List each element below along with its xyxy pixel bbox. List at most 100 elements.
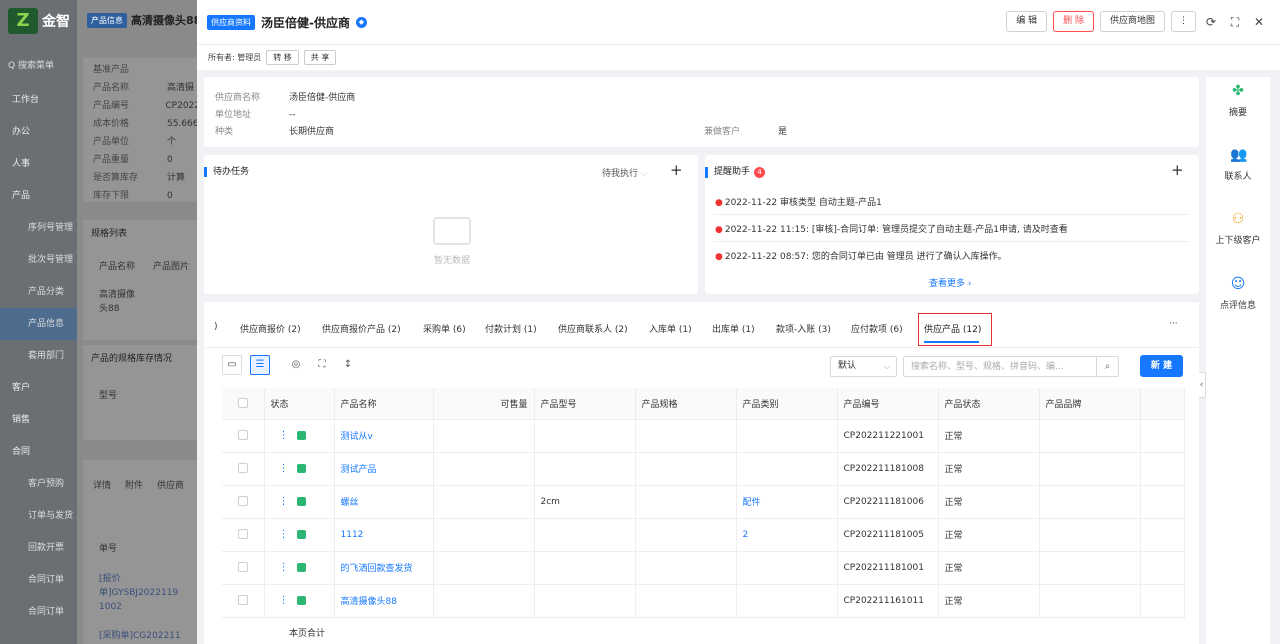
row-menu-icon[interactable]: ⋮: [279, 529, 289, 540]
reminder-item[interactable]: ● 2022-11-22 审核类型 自动主题-产品1: [715, 195, 882, 208]
row-menu-icon[interactable]: ⋮: [279, 463, 289, 474]
col-model[interactable]: 产品型号: [534, 388, 636, 420]
nav-comments[interactable]: ☺ 点评信息: [1206, 276, 1270, 311]
col-category[interactable]: 产品类别: [736, 388, 838, 420]
row-menu-icon[interactable]: ⋮: [279, 595, 289, 606]
view-more-link[interactable]: 查看更多 ›: [929, 276, 971, 289]
table-row[interactable]: ⋮ 螺丝 2cm 配件 CP202211181006 正常: [222, 485, 1185, 519]
bg-tab-supplier[interactable]: 供应商: [157, 478, 184, 491]
menu-item[interactable]: 产品分类: [0, 276, 77, 308]
cell-name[interactable]: 的飞洒回款查发货: [334, 551, 434, 585]
table-row[interactable]: ⋮ 的飞洒回款查发货 CP202211181001 正常: [222, 551, 1185, 585]
follow-icon[interactable]: ◆: [355, 16, 367, 28]
cell-cat[interactable]: [736, 452, 838, 486]
refresh-icon[interactable]: ⟳: [1202, 13, 1220, 31]
select-all-checkbox[interactable]: [222, 388, 265, 420]
tab-purchase-orders[interactable]: 采购单 (6): [423, 322, 466, 335]
menu-item[interactable]: 批次号管理: [0, 244, 77, 276]
tab-supplier-quote-products[interactable]: 供应商报价产品 (2): [322, 322, 401, 335]
filter-icon[interactable]: ◎: [288, 355, 304, 375]
table-row[interactable]: ⋮ 1112 2 CP202211181005 正常: [222, 518, 1185, 552]
row-checkbox[interactable]: [222, 485, 265, 519]
table-row[interactable]: ⋮ 测试产品 CP202211181008 正常: [222, 452, 1185, 486]
nav-hierarchy[interactable]: ⚇ 上下级客户: [1206, 211, 1270, 246]
share-button[interactable]: 共 享: [303, 50, 337, 65]
cell-cat[interactable]: [736, 419, 838, 453]
tab-supplier-quote[interactable]: 供应商报价 (2): [240, 322, 301, 335]
transfer-button[interactable]: 转 移: [266, 50, 299, 65]
reminder-item[interactable]: ● 2022-11-22 08:57: 您的合同订单已由 管理员 进行了确认入库操…: [715, 249, 1007, 262]
menu-item[interactable]: 产品: [0, 180, 77, 212]
table-row[interactable]: ⋮ 测试从v CP202211221001 正常: [222, 419, 1185, 453]
menu-item[interactable]: 回款开票: [0, 532, 77, 564]
row-checkbox[interactable]: [222, 518, 265, 552]
tab-receipts[interactable]: 款项-入账 (3): [776, 322, 831, 335]
add-task-icon[interactable]: +: [670, 161, 683, 179]
row-height-icon[interactable]: ↕: [340, 355, 356, 375]
edit-button[interactable]: 编 辑: [1006, 11, 1048, 32]
nav-contacts[interactable]: 👥 联系人: [1206, 147, 1270, 182]
new-button[interactable]: 新 建: [1140, 355, 1183, 377]
menu-item[interactable]: 工作台: [0, 84, 77, 116]
list-view-icon[interactable]: ☰: [250, 355, 270, 375]
tab-payables[interactable]: 应付款项 (6): [851, 322, 903, 335]
cell-cat[interactable]: [736, 584, 838, 618]
col-spec[interactable]: 产品规格: [635, 388, 737, 420]
cell-cat[interactable]: 2: [736, 518, 838, 552]
menu-item[interactable]: 订单与发货: [0, 500, 77, 532]
delete-button[interactable]: 删 除: [1053, 11, 1094, 32]
cell-cat[interactable]: 配件: [736, 485, 838, 519]
supplier-map-button[interactable]: 供应商地图: [1099, 11, 1165, 32]
menu-item[interactable]: 客户预购: [0, 468, 77, 500]
menu-item[interactable]: 客户: [0, 372, 77, 404]
cell-name[interactable]: 1112: [334, 518, 434, 552]
menu-item[interactable]: 套用部门: [0, 340, 77, 372]
menu-item[interactable]: 合同订单: [0, 596, 77, 628]
bg-tab-attachment[interactable]: 附件: [125, 478, 143, 491]
tabs-more-icon[interactable]: ···: [1169, 319, 1178, 329]
search-icon[interactable]: ⌕: [1096, 357, 1118, 376]
card-view-icon[interactable]: ▭: [222, 355, 242, 375]
bg-tab-detail[interactable]: 详情: [93, 478, 111, 491]
close-icon[interactable]: ✕: [1250, 13, 1268, 31]
col-product-code[interactable]: 产品编号: [837, 388, 939, 420]
row-checkbox[interactable]: [222, 452, 265, 486]
menu-search[interactable]: Q 搜索菜单: [8, 58, 54, 71]
col-brand[interactable]: 产品品牌: [1039, 388, 1141, 420]
col-product-name[interactable]: 产品名称: [334, 388, 434, 420]
expand-icon[interactable]: ⛶: [314, 355, 330, 375]
view-select[interactable]: 默认 ⌵: [830, 356, 897, 377]
fullscreen-icon[interactable]: ⛶: [1226, 13, 1244, 31]
row-menu-icon[interactable]: ⋮: [279, 496, 289, 507]
nav-summary[interactable]: ✤ 摘要: [1206, 83, 1270, 118]
row-menu-icon[interactable]: ⋮: [279, 562, 289, 573]
menu-item[interactable]: 人事: [0, 148, 77, 180]
menu-item[interactable]: 销售: [0, 404, 77, 436]
menu-item[interactable]: 产品信息: [0, 308, 77, 340]
col-available-qty[interactable]: 可售量: [433, 388, 535, 420]
cell-name[interactable]: 测试产品: [334, 452, 434, 486]
more-actions-button[interactable]: ⋮: [1171, 11, 1196, 32]
tab-payment-plan[interactable]: 付款计划 (1): [485, 322, 537, 335]
menu-item[interactable]: 合同: [0, 436, 77, 468]
row-menu-icon[interactable]: ⋮: [279, 430, 289, 441]
tab-supplier-contacts[interactable]: 供应商联系人 (2): [558, 322, 628, 335]
reminder-item[interactable]: ● 2022-11-22 11:15: [审核]-合同订单: 管理员提交了自动主题…: [715, 222, 1068, 235]
menu-item[interactable]: 序列号管理: [0, 212, 77, 244]
table-row[interactable]: ⋮ 高清摄像头88 CP202211161011 正常: [222, 584, 1185, 618]
tab-inbound[interactable]: 入库单 (1): [649, 322, 692, 335]
search-input[interactable]: [904, 357, 1094, 376]
cell-cat[interactable]: [736, 551, 838, 585]
row-checkbox[interactable]: [222, 419, 265, 453]
row-checkbox[interactable]: [222, 551, 265, 585]
tab-outbound[interactable]: 出库单 (1): [712, 322, 755, 335]
cell-name[interactable]: 高清摄像头88: [334, 584, 434, 618]
menu-item[interactable]: 合同订单: [0, 564, 77, 596]
col-product-status[interactable]: 产品状态: [938, 388, 1040, 420]
add-reminder-icon[interactable]: +: [1171, 161, 1184, 179]
todo-filter[interactable]: 待我执行 ⌵: [602, 166, 648, 179]
row-checkbox[interactable]: [222, 584, 265, 618]
menu-item[interactable]: 办公: [0, 116, 77, 148]
cell-name[interactable]: 螺丝: [334, 485, 434, 519]
col-status[interactable]: 状态: [264, 388, 335, 420]
